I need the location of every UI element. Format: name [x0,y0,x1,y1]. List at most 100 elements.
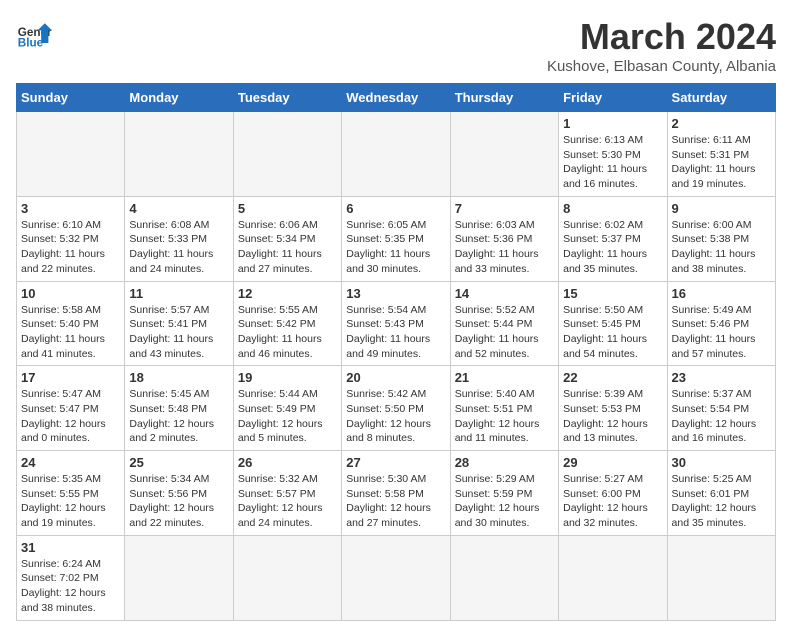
day-info: Sunrise: 5:37 AMSunset: 5:54 PMDaylight:… [672,387,771,446]
col-header-tuesday: Tuesday [233,84,341,112]
day-cell: 23 Sunrise: 5:37 AMSunset: 5:54 PMDayligh… [667,366,775,451]
day-cell: 8 Sunrise: 6:02 AMSunset: 5:37 PMDaylight… [559,196,667,281]
calendar-table: SundayMondayTuesdayWednesdayThursdayFrid… [16,83,776,621]
col-header-thursday: Thursday [450,84,558,112]
day-info: Sunrise: 6:24 AMSunset: 7:02 PMDaylight:… [21,557,120,616]
week-row-1: 1 Sunrise: 6:13 AMSunset: 5:30 PMDaylight… [17,112,776,197]
day-cell [342,112,450,197]
day-number: 7 [455,201,554,216]
day-cell [125,535,233,620]
day-cell: 29Sunrise: 5:27 AMSunset: 6:00 PMDayligh… [559,451,667,536]
week-row-4: 17 Sunrise: 5:47 AMSunset: 5:47 PMDayligh… [17,366,776,451]
day-cell: 17 Sunrise: 5:47 AMSunset: 5:47 PMDayligh… [17,366,125,451]
day-info: Sunrise: 5:30 AMSunset: 5:58 PMDaylight:… [346,472,445,531]
day-info: Sunrise: 5:57 AMSunset: 5:41 PMDaylight:… [129,303,228,362]
svg-text:Blue: Blue [18,37,44,50]
day-cell: 24 Sunrise: 5:35 AMSunset: 5:55 PMDayligh… [17,451,125,536]
day-cell: 6 Sunrise: 6:05 AMSunset: 5:35 PMDaylight… [342,196,450,281]
day-cell: 28 Sunrise: 5:29 AMSunset: 5:59 PMDayligh… [450,451,558,536]
day-cell: 16 Sunrise: 5:49 AMSunset: 5:46 PMDayligh… [667,281,775,366]
day-info: Sunrise: 5:40 AMSunset: 5:51 PMDaylight:… [455,387,554,446]
day-cell: 19Sunrise: 5:44 AMSunset: 5:49 PMDayligh… [233,366,341,451]
day-number: 16 [672,286,771,301]
day-info: Sunrise: 5:32 AMSunset: 5:57 PMDaylight:… [238,472,337,531]
day-cell [342,535,450,620]
day-number: 12 [238,286,337,301]
day-info: Sunrise: 5:42 AMSunset: 5:50 PMDaylight:… [346,387,445,446]
day-cell [667,535,775,620]
day-info: Sunrise: 5:35 AMSunset: 5:55 PMDaylight:… [21,472,120,531]
day-info: Sunrise: 5:29 AMSunset: 5:59 PMDaylight:… [455,472,554,531]
header-row: SundayMondayTuesdayWednesdayThursdayFrid… [17,84,776,112]
day-number: 23 [672,370,771,385]
day-cell: 12 Sunrise: 5:55 AMSunset: 5:42 PMDayligh… [233,281,341,366]
day-cell: 11 Sunrise: 5:57 AMSunset: 5:41 PMDayligh… [125,281,233,366]
day-cell: 13Sunrise: 5:54 AMSunset: 5:43 PMDayligh… [342,281,450,366]
day-info: Sunrise: 6:06 AMSunset: 5:34 PMDaylight:… [238,218,337,277]
day-number: 24 [21,455,120,470]
day-info: Sunrise: 5:47 AMSunset: 5:47 PMDaylight:… [21,387,120,446]
day-cell [17,112,125,197]
day-number: 2 [672,116,771,131]
day-info: Sunrise: 5:50 AMSunset: 5:45 PMDaylight:… [563,303,662,362]
day-cell: 9 Sunrise: 6:00 AMSunset: 5:38 PMDaylight… [667,196,775,281]
day-number: 13 [346,286,445,301]
day-number: 9 [672,201,771,216]
logo: General Blue [16,16,52,52]
day-number: 30 [672,455,771,470]
day-info: Sunrise: 6:08 AMSunset: 5:33 PMDaylight:… [129,218,228,277]
day-cell: 3Sunrise: 6:10 AMSunset: 5:32 PMDaylight… [17,196,125,281]
day-number: 1 [563,116,662,131]
day-cell: 26Sunrise: 5:32 AMSunset: 5:57 PMDayligh… [233,451,341,536]
day-number: 22 [563,370,662,385]
day-number: 21 [455,370,554,385]
col-header-monday: Monday [125,84,233,112]
header: General Blue March 2024 Kushove, Elbasan… [16,16,776,75]
week-row-6: 31Sunrise: 6:24 AMSunset: 7:02 PMDayligh… [17,535,776,620]
day-cell: 1 Sunrise: 6:13 AMSunset: 5:30 PMDaylight… [559,112,667,197]
day-number: 15 [563,286,662,301]
col-header-friday: Friday [559,84,667,112]
col-header-sunday: Sunday [17,84,125,112]
day-cell: 31Sunrise: 6:24 AMSunset: 7:02 PMDayligh… [17,535,125,620]
day-number: 28 [455,455,554,470]
day-number: 14 [455,286,554,301]
day-number: 19 [238,370,337,385]
day-number: 8 [563,201,662,216]
week-row-2: 3Sunrise: 6:10 AMSunset: 5:32 PMDaylight… [17,196,776,281]
day-number: 25 [129,455,228,470]
day-number: 5 [238,201,337,216]
day-info: Sunrise: 6:05 AMSunset: 5:35 PMDaylight:… [346,218,445,277]
day-cell: 14 Sunrise: 5:52 AMSunset: 5:44 PMDayligh… [450,281,558,366]
day-info: Sunrise: 5:52 AMSunset: 5:44 PMDaylight:… [455,303,554,362]
subtitle: Kushove, Elbasan County, Albania [547,58,776,75]
day-number: 10 [21,286,120,301]
day-number: 6 [346,201,445,216]
day-info: Sunrise: 5:34 AMSunset: 5:56 PMDaylight:… [129,472,228,531]
day-number: 4 [129,201,228,216]
day-cell: 25 Sunrise: 5:34 AMSunset: 5:56 PMDayligh… [125,451,233,536]
day-info: Sunrise: 5:25 AMSunset: 6:01 PMDaylight:… [672,472,771,531]
month-title: March 2024 [547,16,776,58]
day-number: 17 [21,370,120,385]
day-cell: 4 Sunrise: 6:08 AMSunset: 5:33 PMDaylight… [125,196,233,281]
day-cell: 5 Sunrise: 6:06 AMSunset: 5:34 PMDaylight… [233,196,341,281]
day-info: Sunrise: 6:13 AMSunset: 5:30 PMDaylight:… [563,133,662,192]
logo-icon: General Blue [16,16,52,52]
day-cell: 27Sunrise: 5:30 AMSunset: 5:58 PMDayligh… [342,451,450,536]
day-cell: 15 Sunrise: 5:50 AMSunset: 5:45 PMDayligh… [559,281,667,366]
day-info: Sunrise: 6:00 AMSunset: 5:38 PMDaylight:… [672,218,771,277]
day-info: Sunrise: 5:49 AMSunset: 5:46 PMDaylight:… [672,303,771,362]
day-number: 20 [346,370,445,385]
day-cell [450,535,558,620]
day-number: 18 [129,370,228,385]
col-header-wednesday: Wednesday [342,84,450,112]
day-cell: 30 Sunrise: 5:25 AMSunset: 6:01 PMDayligh… [667,451,775,536]
day-info: Sunrise: 5:58 AMSunset: 5:40 PMDaylight:… [21,303,120,362]
day-cell: 18Sunrise: 5:45 AMSunset: 5:48 PMDayligh… [125,366,233,451]
day-number: 11 [129,286,228,301]
day-info: Sunrise: 6:11 AMSunset: 5:31 PMDaylight:… [672,133,771,192]
day-info: Sunrise: 6:02 AMSunset: 5:37 PMDaylight:… [563,218,662,277]
day-info: Sunrise: 5:55 AMSunset: 5:42 PMDaylight:… [238,303,337,362]
day-cell: 20 Sunrise: 5:42 AMSunset: 5:50 PMDayligh… [342,366,450,451]
